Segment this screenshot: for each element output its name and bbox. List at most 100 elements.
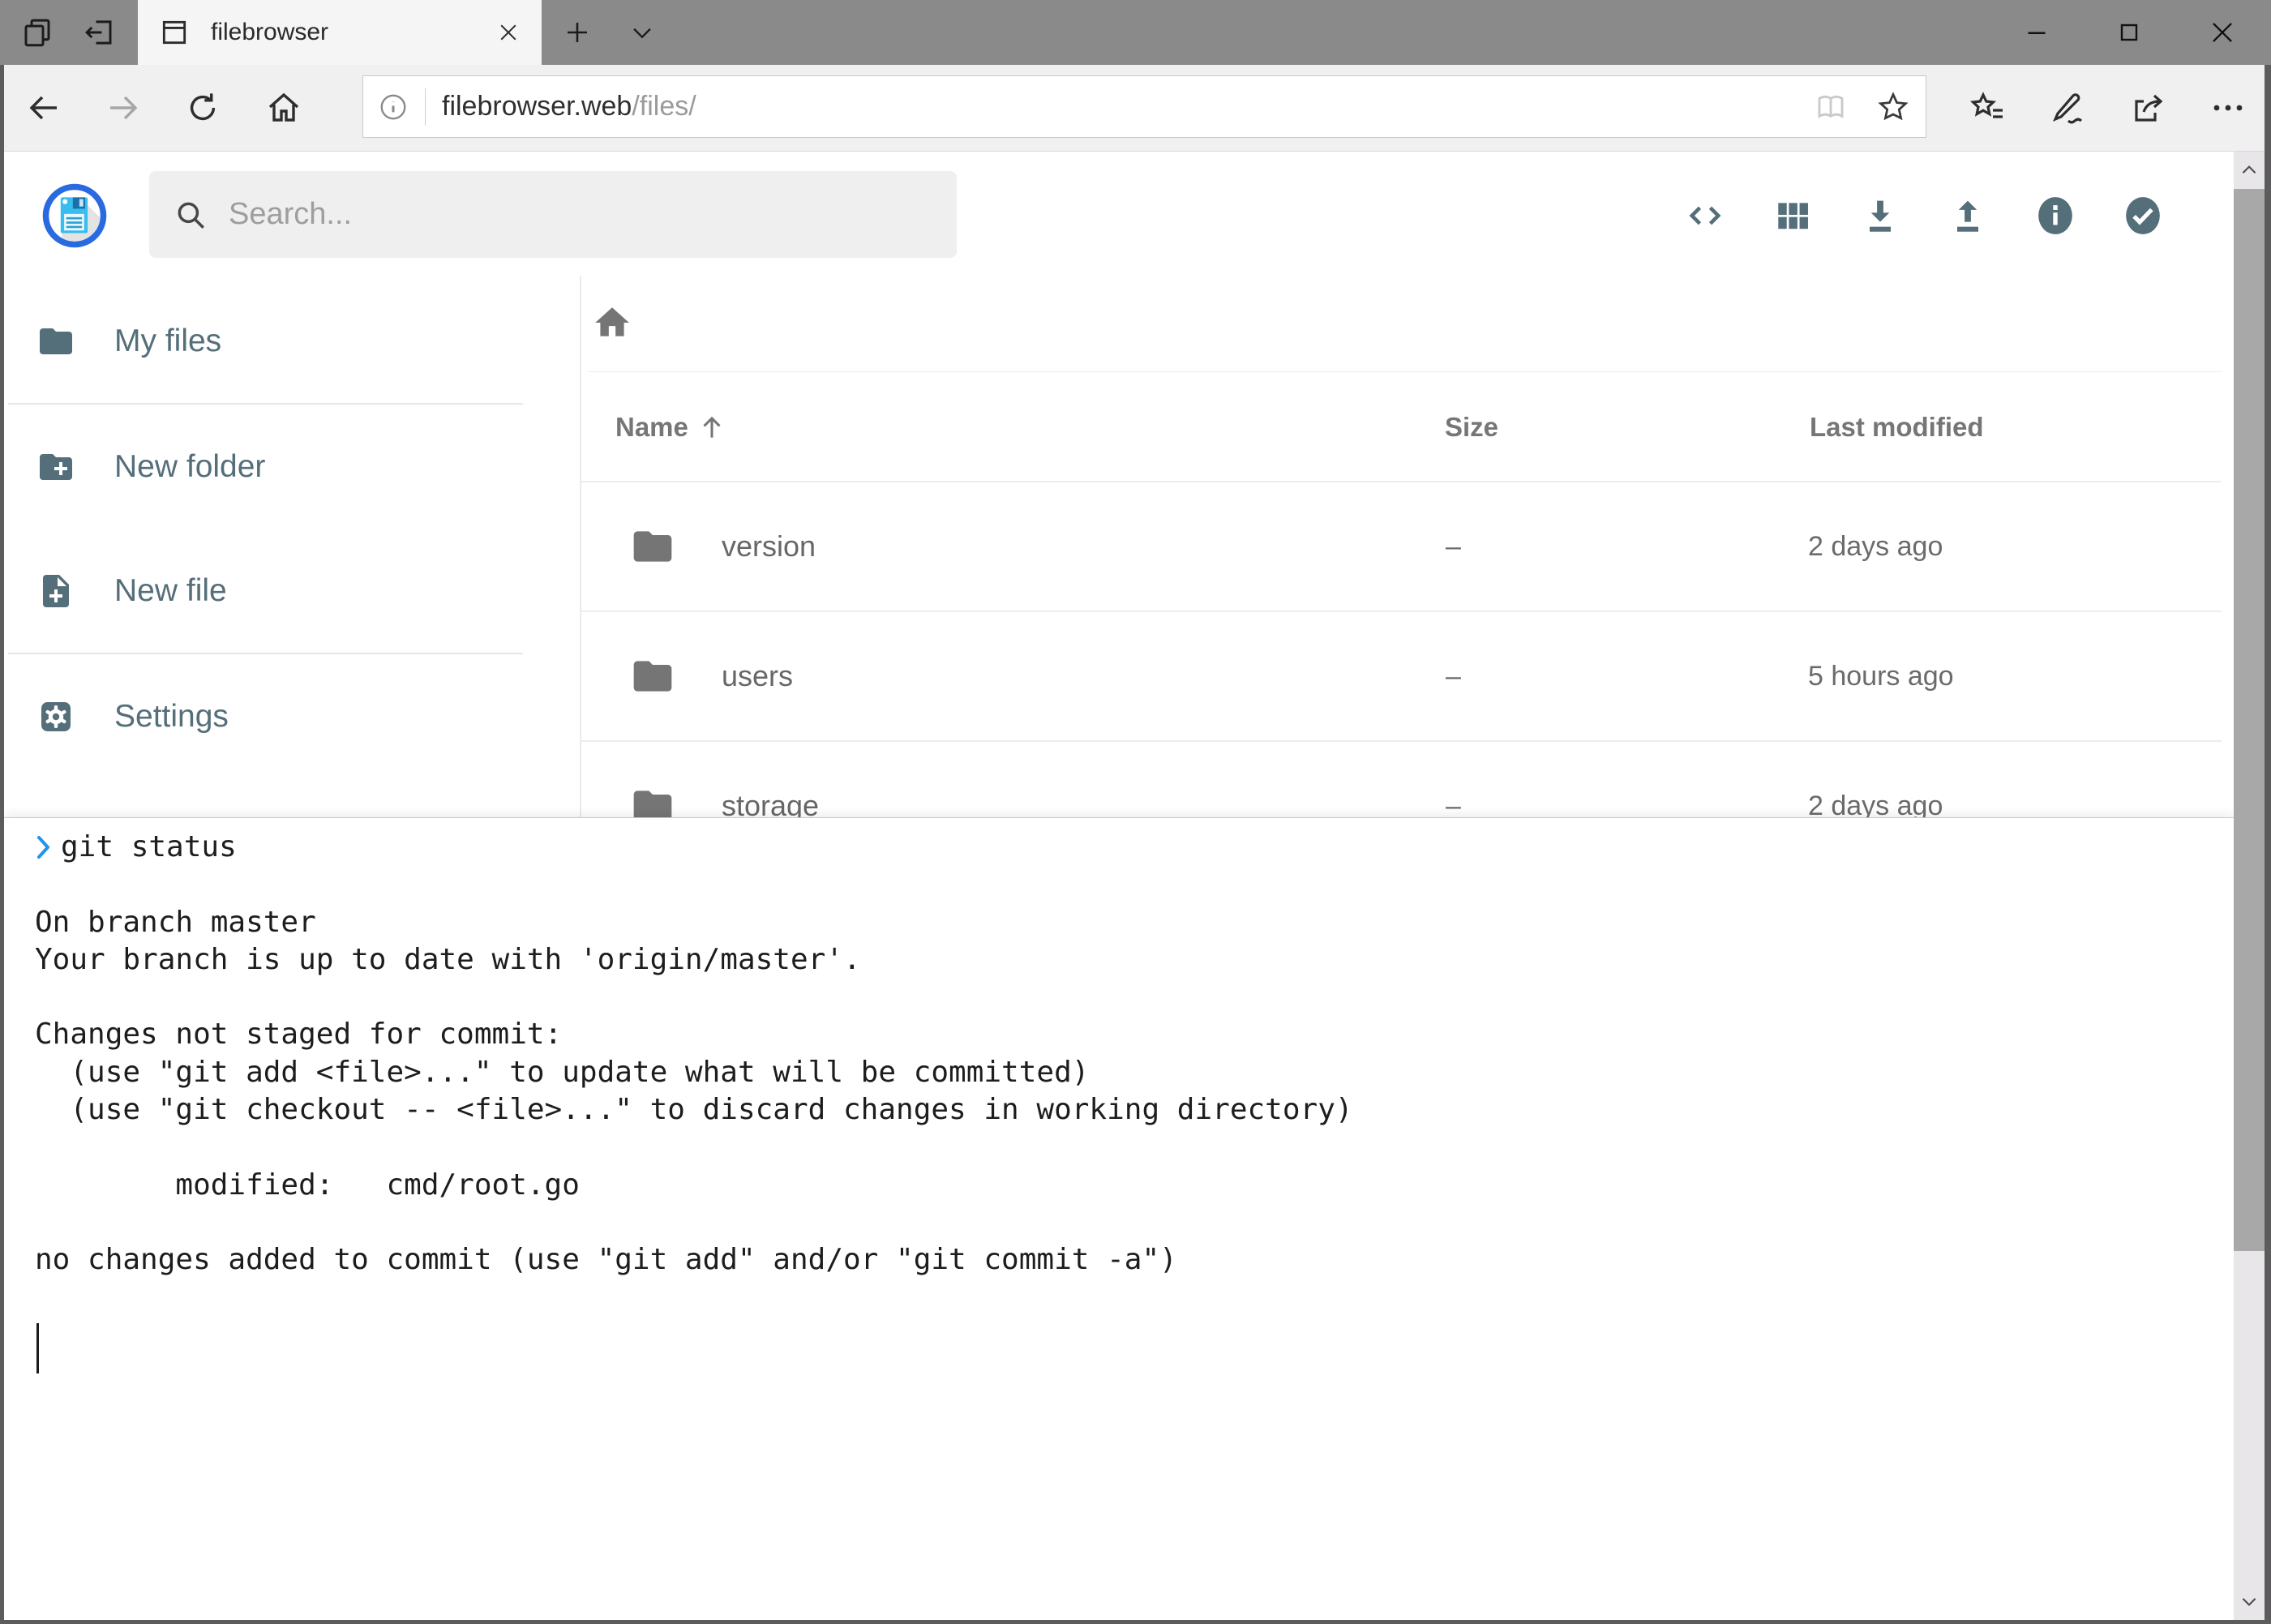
breadcrumb-home-button[interactable] — [592, 300, 657, 345]
terminal-cursor-line — [35, 1317, 2234, 1354]
maximize-icon — [2115, 18, 2144, 47]
column-header-size[interactable]: Size — [1445, 412, 1810, 443]
favorite-star-icon[interactable] — [1875, 89, 1911, 125]
terminal-output-line: no changes added to commit (use "git add… — [35, 1241, 2234, 1279]
file-size: – — [1446, 791, 1808, 822]
back-button[interactable] — [9, 73, 79, 143]
file-modified: 2 days ago — [1808, 531, 2222, 563]
window-close-button[interactable] — [2187, 0, 2257, 65]
sidebar-item-settings[interactable]: Settings — [4, 654, 523, 778]
plus-icon — [563, 18, 592, 47]
settings-more-button[interactable] — [2193, 73, 2263, 143]
site-info-icon[interactable] — [378, 92, 409, 122]
settings-gear-icon — [36, 697, 75, 736]
grid-view-button[interactable] — [1760, 181, 1825, 251]
file-row-users[interactable]: users – 5 hours ago — [581, 612, 2222, 742]
terminal-output-line — [35, 1129, 2234, 1166]
terminal-output-line — [35, 1279, 2234, 1317]
breadcrumb-divider — [588, 371, 2222, 372]
close-icon — [2207, 17, 2238, 48]
annotate-button[interactable] — [2033, 73, 2102, 143]
filebrowser-logo — [40, 181, 109, 251]
search-icon — [174, 198, 208, 232]
tab-preview-icon — [20, 15, 54, 49]
scrollbar-down-button[interactable] — [2234, 1583, 2265, 1620]
chevron-down-icon — [628, 19, 656, 46]
refresh-button[interactable] — [168, 73, 238, 143]
info-icon — [2035, 194, 2076, 238]
page-scrollbar[interactable] — [2234, 152, 2265, 1620]
download-button[interactable] — [1848, 181, 1913, 251]
address-bar[interactable]: filebrowser.web/files/ — [362, 75, 1926, 138]
sidebar-item-label: New folder — [114, 449, 265, 485]
info-button[interactable] — [2023, 181, 2088, 251]
hub-star-icon — [1968, 88, 2007, 127]
terminal-output-line — [35, 866, 2234, 903]
terminal-output-line: On branch master — [35, 904, 2234, 941]
terminal-output-line: modified: cmd/root.go — [35, 1167, 2234, 1204]
terminal-panel[interactable]: git status On branch master Your branch … — [4, 818, 2234, 1620]
file-name: version — [722, 529, 816, 563]
sidebar-item-my-files[interactable]: My files — [4, 279, 523, 403]
upload-button[interactable] — [1935, 181, 2000, 251]
browser-toolbar: filebrowser.web/files/ — [0, 65, 2271, 152]
terminal-output-line — [35, 979, 2234, 1016]
window-minimize-button[interactable] — [2002, 0, 2072, 65]
ellipsis-icon — [2209, 88, 2247, 127]
terminal-caret — [36, 1323, 39, 1373]
column-header-name[interactable]: Name — [615, 412, 1445, 443]
search-box[interactable] — [149, 171, 957, 258]
sort-ascending-icon — [696, 412, 727, 443]
chevron-down-icon — [2239, 1591, 2260, 1612]
scrollbar-thumb[interactable] — [2234, 189, 2265, 1251]
reading-view-icon[interactable] — [1814, 90, 1848, 124]
url-host: filebrowser.web — [442, 91, 632, 122]
home-button[interactable] — [249, 73, 319, 143]
forward-button[interactable] — [88, 73, 158, 143]
window-border — [0, 1620, 2271, 1624]
url-path: /files/ — [632, 91, 696, 122]
raw-editor-button[interactable] — [1673, 181, 1738, 251]
header-actions — [1673, 181, 2175, 251]
terminal-command: git status — [61, 829, 237, 866]
sidebar-item-new-file[interactable]: New file — [4, 529, 523, 653]
window-border — [2265, 65, 2271, 1624]
select-multiple-button[interactable] — [2110, 181, 2175, 251]
url-separator — [425, 88, 426, 126]
listing-header: Name Size Last modified — [581, 399, 2222, 456]
search-input[interactable] — [229, 197, 932, 232]
sidebar-item-label: Settings — [114, 699, 229, 735]
file-name: users — [722, 659, 793, 693]
terminal-output-line: Changes not staged for commit: — [35, 1016, 2234, 1053]
sidebar-item-label: New file — [114, 573, 227, 609]
tab-close-icon[interactable] — [496, 20, 521, 45]
folder-icon — [36, 322, 75, 361]
folder-icon — [630, 653, 675, 699]
window-maximize-button[interactable] — [2094, 0, 2164, 65]
screen: filebrowser — [0, 0, 2271, 1624]
column-name-label: Name — [615, 412, 688, 443]
pen-icon — [2048, 88, 2087, 127]
file-row-version[interactable]: version – 2 days ago — [581, 482, 2222, 612]
home-icon — [264, 88, 303, 127]
set-tabs-aside-button[interactable] — [68, 0, 130, 65]
chevron-up-icon — [2239, 160, 2260, 181]
tab-preview-button[interactable] — [6, 0, 68, 65]
prompt-chevron-icon — [35, 833, 53, 861]
new-tab-button[interactable] — [546, 0, 608, 65]
set-tabs-aside-icon — [82, 15, 116, 49]
sidebar-item-new-folder[interactable]: New folder — [4, 405, 523, 529]
tab-list-dropdown-button[interactable] — [611, 0, 673, 65]
scrollbar-up-button[interactable] — [2234, 152, 2265, 189]
file-modified: 5 hours ago — [1808, 661, 2222, 692]
check-circle-icon — [2123, 194, 2163, 238]
share-button[interactable] — [2113, 73, 2183, 143]
new-file-icon — [36, 572, 75, 611]
download-icon — [1859, 195, 1901, 237]
column-header-modified[interactable]: Last modified — [1810, 412, 2222, 443]
favorites-hub-button[interactable] — [1952, 73, 2022, 143]
listing-rows: version – 2 days ago users – 5 hours ago — [581, 481, 2222, 872]
terminal-output-line: (use "git add <file>..." to update what … — [35, 1054, 2234, 1091]
browser-titlebar: filebrowser — [0, 0, 2271, 65]
browser-tab[interactable]: filebrowser — [138, 0, 542, 65]
